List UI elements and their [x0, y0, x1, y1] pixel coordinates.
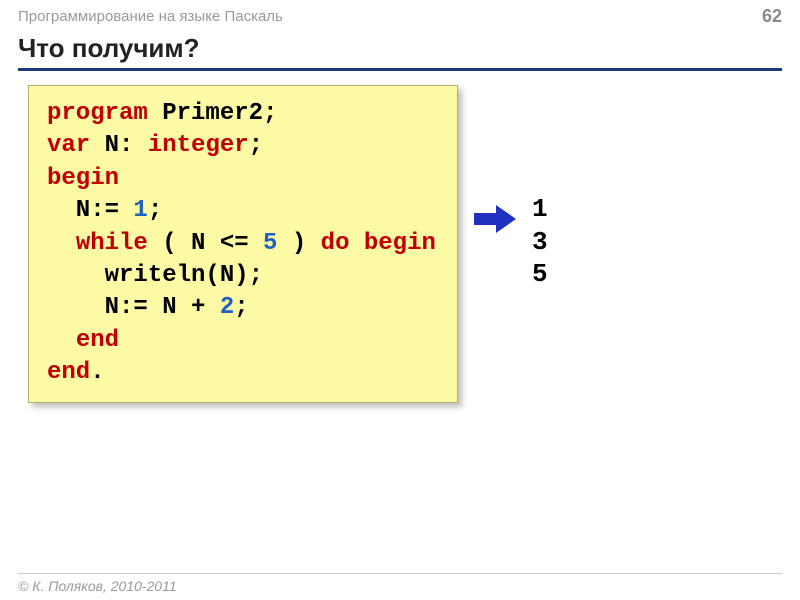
content-area: program Primer2; var N: integer; begin N… — [0, 71, 800, 403]
code-block: program Primer2; var N: integer; begin N… — [28, 85, 458, 403]
footer-copyright: © К. Поляков, 2010-2011 — [18, 573, 782, 594]
program-output: 1 3 5 — [532, 85, 548, 291]
arrow-right-icon — [474, 205, 516, 233]
page-title: Что получим? — [18, 33, 782, 71]
arrow-column — [474, 85, 516, 233]
breadcrumb: Программирование на языке Паскаль — [18, 8, 283, 25]
slide-header: Программирование на языке Паскаль 62 — [0, 0, 800, 31]
page-number: 62 — [762, 6, 782, 27]
